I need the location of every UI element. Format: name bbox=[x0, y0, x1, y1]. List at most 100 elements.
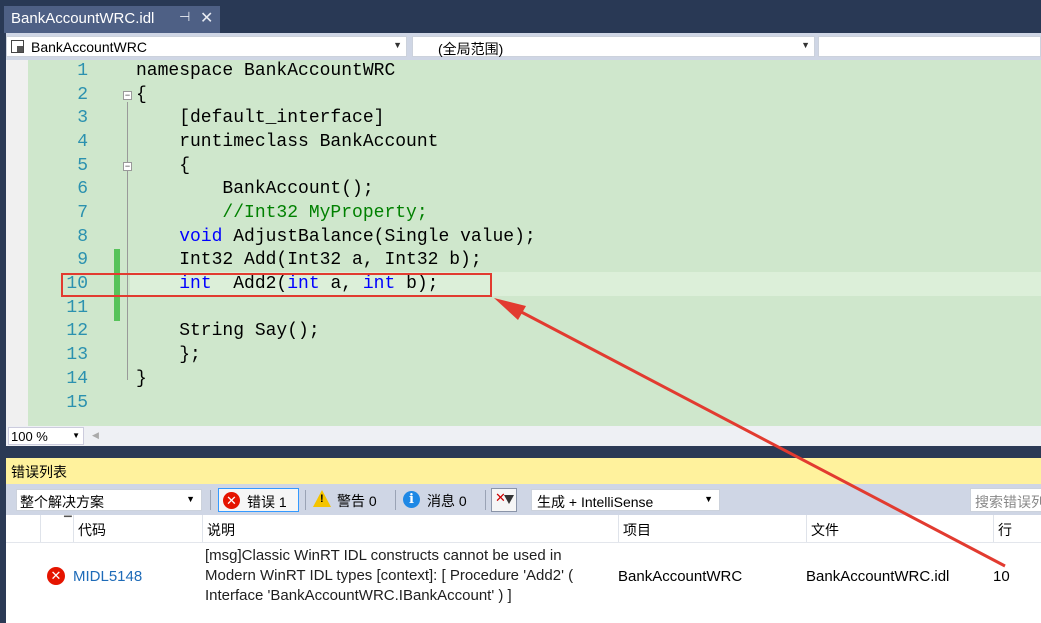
chevron-down-icon: ▼ bbox=[186, 494, 195, 504]
code-line: 1 namespace BankAccountWRC bbox=[6, 60, 1041, 84]
toolbar-separator bbox=[395, 490, 396, 510]
line-number: 2 bbox=[77, 85, 88, 105]
code-line: 3 [default_interface] bbox=[6, 107, 1041, 131]
code-line: 15 bbox=[6, 392, 1041, 416]
code-line: 11 bbox=[6, 297, 1041, 321]
error-list-title-bar: 错误列表 bbox=[6, 458, 1041, 484]
code-line: 2{ bbox=[6, 84, 1041, 108]
line-number: 13 bbox=[66, 345, 88, 365]
code-text: { bbox=[136, 156, 191, 176]
code-text: String Say(); bbox=[136, 321, 320, 341]
error-file: BankAccountWRC.idl bbox=[806, 568, 950, 585]
tab-title: BankAccountWRC.idl bbox=[11, 10, 155, 27]
error-list-title: 错误列表 bbox=[11, 464, 67, 480]
error-row[interactable]: ✕ MIDL5148 [msg]Classic WinRT IDL constr… bbox=[6, 543, 1041, 623]
line-number: 9 bbox=[77, 250, 88, 270]
code-text: void AdjustBalance(Single value); bbox=[136, 227, 536, 247]
close-icon[interactable]: ✕ bbox=[200, 8, 213, 28]
column-header-project[interactable]: 项目 bbox=[623, 520, 651, 540]
code-text: namespace BankAccountWRC bbox=[136, 61, 396, 81]
chevron-down-icon: ▼ bbox=[393, 40, 402, 50]
info-icon: i bbox=[403, 491, 420, 508]
line-number: 3 bbox=[77, 108, 88, 128]
line-number: 15 bbox=[66, 393, 88, 413]
toolbar-separator bbox=[305, 490, 306, 510]
code-text: } bbox=[136, 369, 147, 389]
code-line: 13 }; bbox=[6, 344, 1041, 368]
code-editor[interactable]: − − 1 namespace BankAccountWRC 2{ 3 [defa… bbox=[6, 60, 1041, 426]
editor-status-bar: 100 % ▼ ◀ bbox=[6, 426, 1041, 446]
error-list-header: ▔ˈ 代码 说明 项目 文件 行 bbox=[6, 515, 1041, 543]
scope-dropdown-label: (全局范围) bbox=[438, 41, 504, 57]
errors-filter-button[interactable]: ✕ 错误 1 bbox=[218, 488, 299, 512]
line-number: 12 bbox=[66, 321, 88, 341]
errors-filter-label: 错误 1 bbox=[247, 494, 287, 510]
build-filter-label: 生成 + IntelliSense bbox=[537, 494, 654, 510]
error-search-input[interactable]: 搜索错误列 bbox=[970, 488, 1041, 512]
line-number: 11 bbox=[66, 298, 88, 318]
error-project: BankAccountWRC bbox=[618, 568, 743, 585]
line-number: 4 bbox=[77, 132, 88, 152]
search-placeholder: 搜索错误列 bbox=[975, 494, 1041, 510]
document-tab[interactable]: BankAccountWRC.idl ⊣ ✕ bbox=[4, 6, 220, 33]
zoom-value: 100 % bbox=[11, 429, 48, 444]
member-dropdown[interactable] bbox=[818, 36, 1041, 57]
pin-icon[interactable]: ⊣ bbox=[179, 9, 190, 25]
line-number: 14 bbox=[66, 369, 88, 389]
scope-filter-dropdown[interactable]: 整个解决方案 ▼ bbox=[16, 489, 202, 511]
warnings-filter-label: 警告 0 bbox=[337, 493, 377, 509]
error-list-panel: 错误列表 整个解决方案 ▼ ✕ 错误 1 ! 警告 0 i 消息 0 ✕ 生成 … bbox=[6, 458, 1041, 623]
error-description: [msg]Classic WinRT IDL constructs cannot… bbox=[205, 547, 574, 604]
document-tab-bar: BankAccountWRC.idl ⊣ ✕ bbox=[0, 0, 1041, 33]
error-line: 10 bbox=[993, 568, 1010, 585]
scope-filter-label: 整个解决方案 bbox=[20, 494, 104, 510]
column-header-code[interactable]: 代码 bbox=[78, 520, 106, 540]
clear-filter-button[interactable]: ✕ bbox=[491, 488, 517, 512]
error-code-link[interactable]: MIDL5148 bbox=[73, 568, 142, 585]
chevron-down-icon: ▼ bbox=[704, 494, 713, 504]
chevron-down-icon: ▼ bbox=[72, 431, 80, 440]
project-dropdown-label: BankAccountWRC bbox=[31, 39, 147, 55]
line-number: 8 bbox=[77, 227, 88, 247]
code-text: { bbox=[136, 85, 147, 105]
code-text: runtimeclass BankAccount bbox=[136, 132, 439, 152]
line-number: 1 bbox=[77, 61, 88, 81]
scope-dropdown[interactable]: (全局范围) ▼ bbox=[412, 36, 815, 57]
code-text-rest: AdjustBalance(Single value); bbox=[222, 227, 536, 247]
keyword-void: void bbox=[179, 227, 223, 247]
project-dropdown[interactable]: BankAccountWRC ▼ bbox=[6, 36, 407, 57]
column-header-description[interactable]: 说明 bbox=[207, 520, 235, 540]
warnings-filter-button[interactable]: ! 警告 0 bbox=[309, 488, 389, 512]
project-icon bbox=[11, 40, 24, 53]
annotation-highlight-box bbox=[61, 273, 492, 297]
line-number: 5 bbox=[77, 156, 88, 176]
error-list-toolbar: 整个解决方案 ▼ ✕ 错误 1 ! 警告 0 i 消息 0 ✕ 生成 + Int… bbox=[6, 484, 1041, 515]
code-text: [default_interface] bbox=[136, 108, 385, 128]
code-line: 7 //Int32 MyProperty; bbox=[6, 202, 1041, 226]
code-line: 14} bbox=[6, 368, 1041, 392]
error-icon: ✕ bbox=[47, 567, 65, 585]
column-header-line[interactable]: 行 bbox=[998, 520, 1012, 540]
messages-filter-button[interactable]: i 消息 0 bbox=[399, 488, 479, 512]
code-line: 9 Int32 Add(Int32 a, Int32 b); bbox=[6, 249, 1041, 273]
zoom-dropdown[interactable]: 100 % ▼ bbox=[8, 427, 84, 445]
navigation-bar: BankAccountWRC ▼ (全局范围) ▼ bbox=[6, 33, 1041, 60]
code-line: 12 String Say(); bbox=[6, 320, 1041, 344]
code-line: 5 { bbox=[6, 155, 1041, 179]
column-header-file[interactable]: 文件 bbox=[811, 520, 839, 540]
error-icon: ✕ bbox=[223, 492, 240, 509]
toolbar-separator bbox=[210, 490, 211, 510]
scroll-left-icon[interactable]: ◀ bbox=[92, 430, 99, 441]
comment-text: //Int32 MyProperty; bbox=[136, 203, 428, 223]
line-number: 6 bbox=[77, 179, 88, 199]
messages-filter-label: 消息 0 bbox=[427, 493, 467, 509]
toolbar-separator bbox=[485, 490, 486, 510]
filter-icon bbox=[504, 495, 514, 504]
chevron-down-icon: ▼ bbox=[801, 40, 810, 50]
build-intellisense-dropdown[interactable]: 生成 + IntelliSense ▼ bbox=[531, 489, 720, 511]
code-line: 4 runtimeclass BankAccount bbox=[6, 131, 1041, 155]
code-line: 6 BankAccount(); bbox=[6, 178, 1041, 202]
code-line: 8 void AdjustBalance(Single value); bbox=[6, 226, 1041, 250]
line-number: 7 bbox=[77, 203, 88, 223]
code-text: BankAccount(); bbox=[136, 179, 374, 199]
